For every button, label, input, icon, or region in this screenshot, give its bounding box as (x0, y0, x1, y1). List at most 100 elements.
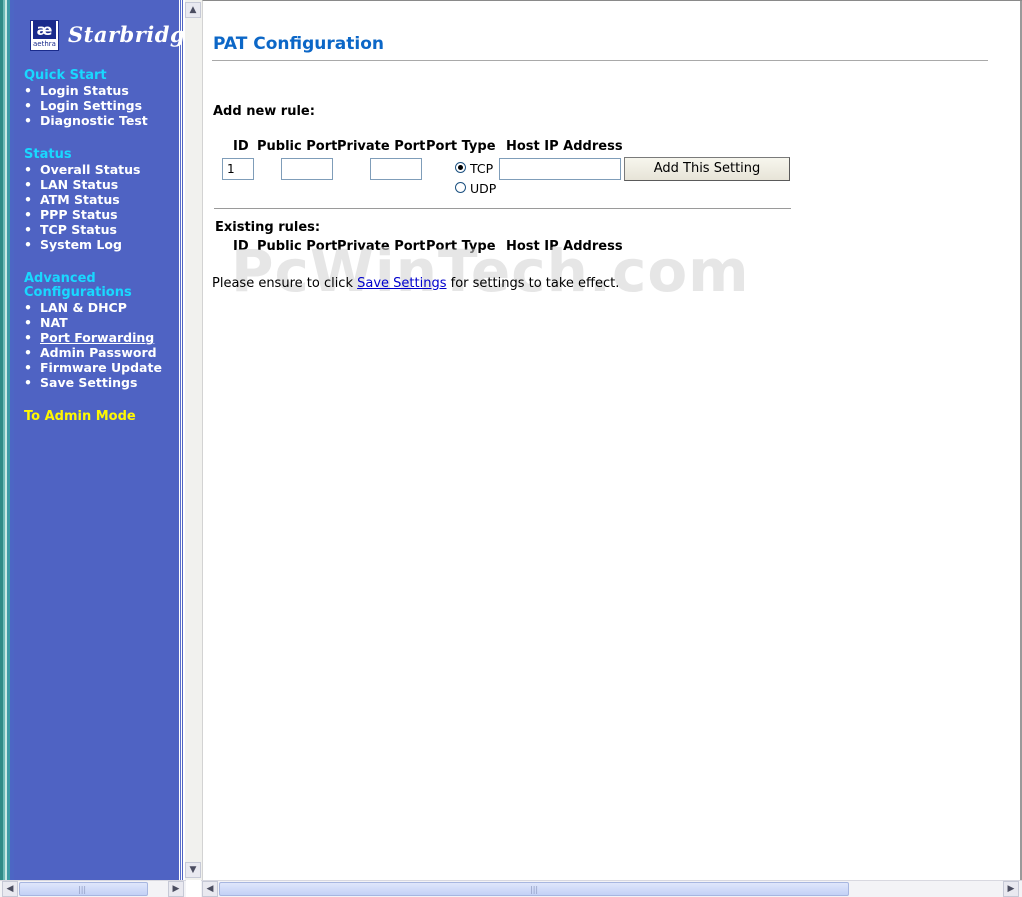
scroll-down-arrow-icon[interactable]: ▼ (185, 862, 201, 878)
bullet-icon: • (24, 360, 32, 375)
left-horizontal-scrollbar[interactable]: ◀ ||| ▶ (0, 880, 186, 897)
save-settings-note: Please ensure to click Save Settings for… (212, 276, 619, 291)
bullet-icon: • (24, 207, 32, 222)
nav-section-status: Status (24, 147, 72, 162)
nav-item-label: Diagnostic Test (40, 113, 148, 128)
host-ip-input[interactable] (499, 158, 621, 180)
scroll-thumb[interactable]: ||| (219, 882, 849, 896)
nav-item-diagnostic-test[interactable]: • Diagnostic Test (24, 113, 148, 128)
page-title: PAT Configuration (213, 34, 384, 54)
nav-item-login-status[interactable]: • Login Status (24, 83, 148, 98)
col-header-port-type: Port Type (426, 139, 496, 154)
nav-list-status: • Overall Status • LAN Status • ATM Status … (24, 162, 141, 252)
save-settings-link[interactable]: Save Settings (357, 276, 446, 291)
bullet-icon: • (24, 330, 32, 345)
nav-section-advanced-line1: Advanced (24, 271, 96, 286)
nav-section-quick-start: Quick Start (24, 68, 107, 83)
left-nav-frame: æ aethra Starbridge Quick Start • Login S… (0, 0, 202, 897)
nav-item-label: LAN & DHCP (40, 300, 127, 315)
col-header-private-port: Private Port (337, 139, 426, 154)
nav-item-overall-status[interactable]: • Overall Status (24, 162, 141, 177)
scroll-up-arrow-icon[interactable]: ▲ (185, 2, 201, 18)
nav-item-lan-status[interactable]: • LAN Status (24, 177, 141, 192)
nav-section-advanced-line2: Configurations (24, 285, 132, 300)
note-text-after: for settings to take effect. (446, 276, 620, 291)
bullet-icon: • (24, 83, 32, 98)
nav-item-label: TCP Status (40, 222, 117, 237)
scroll-thumb[interactable]: ||| (19, 882, 148, 896)
existing-col-header-id: ID (233, 239, 249, 254)
add-this-setting-button[interactable]: Add This Setting (624, 157, 790, 181)
bullet-icon: • (24, 113, 32, 128)
col-header-host-ip: Host IP Address (506, 139, 623, 154)
nav-item-label: Save Settings (40, 375, 138, 390)
col-header-public-port: Public Port (257, 139, 338, 154)
nav-item-lan-dhcp[interactable]: • LAN & DHCP (24, 300, 162, 315)
add-rule-heading: Add new rule: (213, 104, 315, 119)
bullet-icon: • (24, 192, 32, 207)
private-port-input[interactable] (370, 158, 422, 180)
nav-item-atm-status[interactable]: • ATM Status (24, 192, 141, 207)
nav-item-admin-password[interactable]: • Admin Password (24, 345, 162, 360)
id-input[interactable] (222, 158, 254, 180)
nav-item-label: Login Settings (40, 98, 143, 113)
nav-panel-edge (179, 0, 183, 880)
nav-list-advanced: • LAN & DHCP • NAT • Port Forwarding • Admin… (24, 300, 162, 390)
title-divider (212, 60, 988, 61)
bullet-icon: • (24, 177, 32, 192)
section-divider (214, 208, 791, 210)
note-text-before: Please ensure to click (212, 276, 358, 291)
nav-item-label: Admin Password (40, 345, 157, 360)
nav-item-nat[interactable]: • NAT (24, 315, 162, 330)
aethra-logo-icon: æ aethra (30, 20, 59, 51)
nav-list-quick-start: • Login Status • Login Settings • Diagnosti… (24, 83, 148, 128)
nav-panel (14, 0, 179, 880)
bullet-icon: • (24, 222, 32, 237)
decorative-stripes (0, 0, 14, 880)
port-type-tcp-label: TCP (470, 161, 494, 176)
starbridge-logo: æ aethra Starbridge (30, 20, 199, 54)
existing-col-header-port-type: Port Type (426, 239, 496, 254)
bullet-icon: • (24, 162, 32, 177)
port-type-tcp-radio[interactable] (455, 162, 466, 173)
existing-col-header-private-port: Private Port (337, 239, 426, 254)
logo-glyph: æ (33, 21, 56, 39)
port-type-udp-radio[interactable] (455, 182, 466, 193)
bullet-icon: • (24, 237, 32, 252)
content-frame: PAT Configuration Add new rule: ID Publi… (202, 0, 1022, 881)
nav-item-label: NAT (40, 315, 68, 330)
grip-icon: ||| (530, 885, 539, 894)
scroll-left-arrow-icon[interactable]: ◀ (202, 881, 218, 897)
admin-mode-link[interactable]: To Admin Mode (24, 409, 136, 424)
nav-item-label: PPP Status (40, 207, 118, 222)
bullet-icon: • (24, 300, 32, 315)
nav-item-label: Firmware Update (40, 360, 162, 375)
grip-icon: ||| (78, 885, 87, 894)
scroll-left-arrow-icon[interactable]: ◀ (2, 881, 18, 897)
nav-item-label: System Log (40, 237, 122, 252)
nav-item-ppp-status[interactable]: • PPP Status (24, 207, 141, 222)
nav-item-system-log[interactable]: • System Log (24, 237, 141, 252)
nav-item-label: Login Status (40, 83, 129, 98)
public-port-input[interactable] (281, 158, 333, 180)
nav-item-port-forwarding[interactable]: • Port Forwarding (24, 330, 162, 345)
scroll-right-arrow-icon[interactable]: ▶ (168, 881, 184, 897)
logo-text: Starbridge (68, 22, 199, 47)
existing-col-header-public-port: Public Port (257, 239, 338, 254)
logo-word: aethra (33, 40, 56, 48)
nav-item-login-settings[interactable]: • Login Settings (24, 98, 148, 113)
nav-item-save-settings[interactable]: • Save Settings (24, 375, 162, 390)
bullet-icon: • (24, 345, 32, 360)
existing-col-header-host-ip: Host IP Address (506, 239, 623, 254)
nav-item-label: LAN Status (40, 177, 119, 192)
bullet-icon: • (24, 98, 32, 113)
left-vertical-scrollbar[interactable]: ▲ ▼ (185, 0, 202, 880)
nav-item-firmware-update[interactable]: • Firmware Update (24, 360, 162, 375)
bullet-icon: • (24, 375, 32, 390)
content-horizontal-scrollbar[interactable]: ◀ ||| ▶ (201, 880, 1022, 897)
col-header-id: ID (233, 139, 249, 154)
existing-rules-heading: Existing rules: (215, 220, 321, 235)
nav-item-tcp-status[interactable]: • TCP Status (24, 222, 141, 237)
scroll-right-arrow-icon[interactable]: ▶ (1003, 881, 1019, 897)
nav-item-label: Port Forwarding (40, 330, 155, 345)
